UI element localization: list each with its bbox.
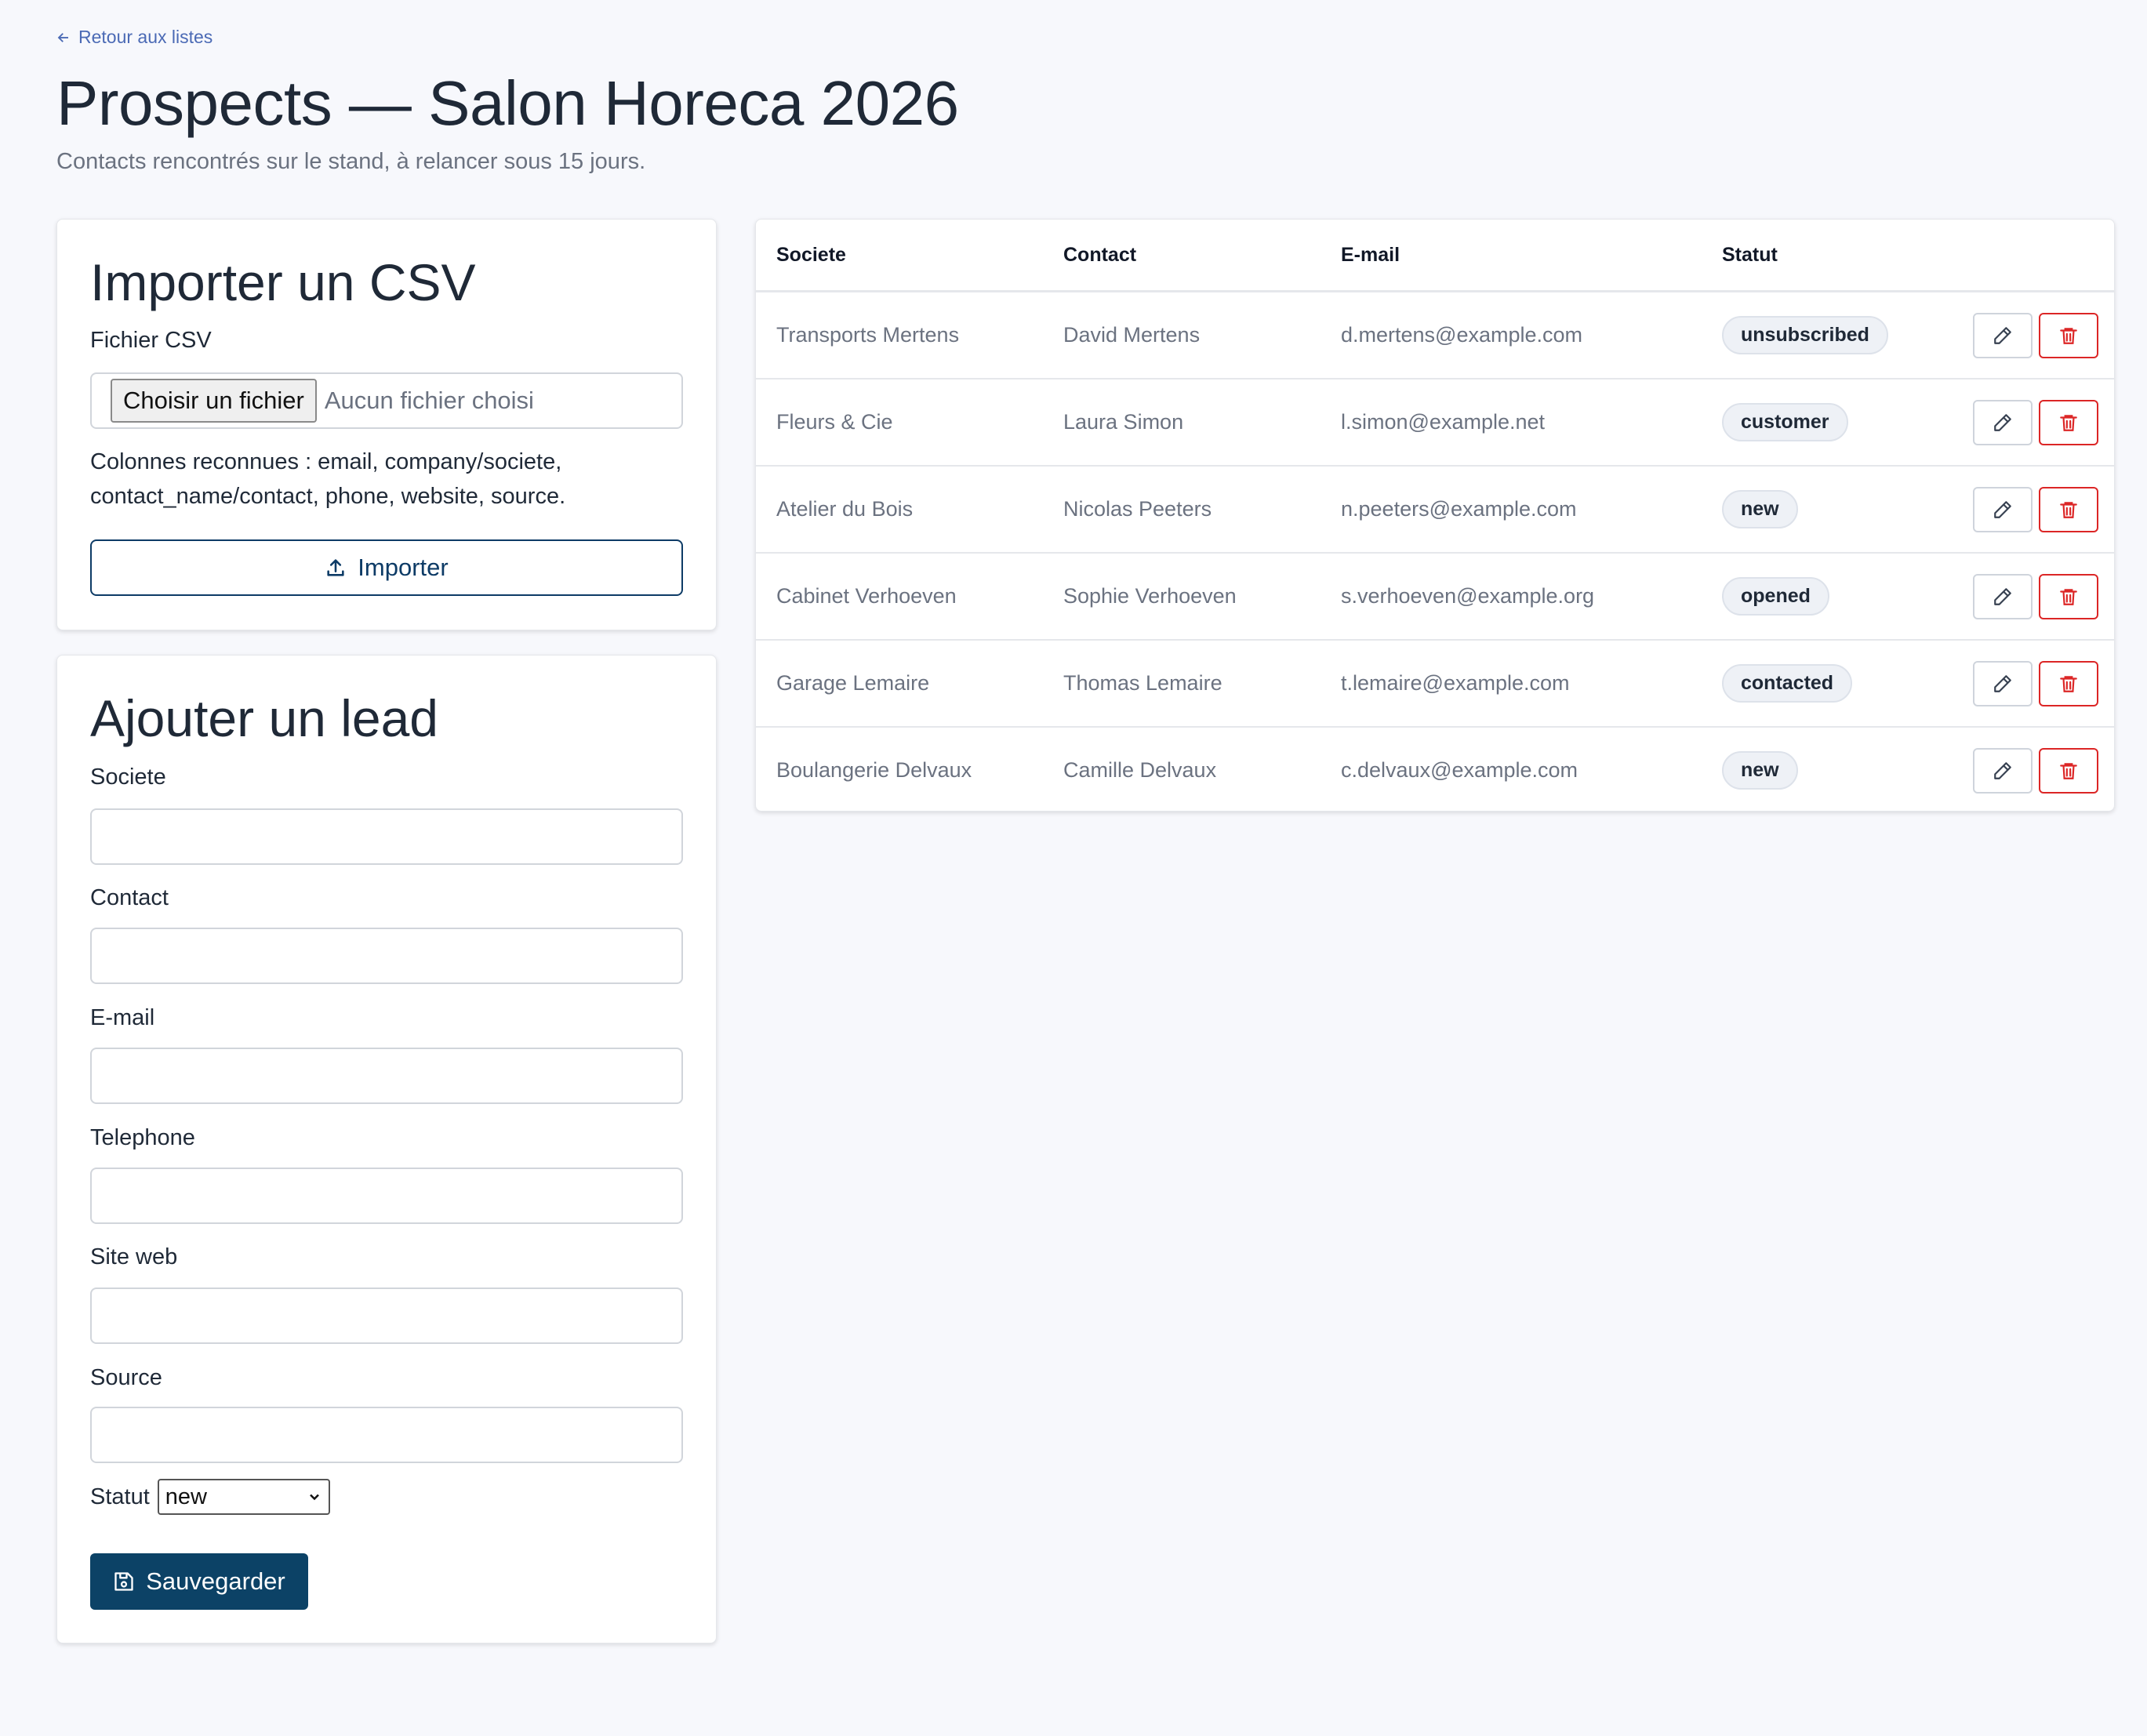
cell-company: Fleurs & Cie [756, 379, 1063, 467]
field-label-website: Site web [90, 1244, 178, 1269]
status-row: Statut new [90, 1479, 330, 1515]
pencil-icon [1994, 413, 2011, 431]
pencil-icon [1994, 500, 2011, 518]
add-lead-card: Ajouter un lead Societe Contact E-mail T… [56, 655, 717, 1643]
edit-button[interactable] [1973, 573, 2033, 619]
page-subtitle: Contacts rencontrés sur le stand, à rela… [56, 149, 646, 174]
save-button[interactable]: Sauvegarder [90, 1553, 308, 1610]
import-help-text: Colonnes reconnues : email, company/soci… [90, 449, 566, 509]
status-badge: unsubscribed [1722, 316, 1888, 354]
chevron-down-icon [309, 1494, 319, 1501]
cell-email: c.delvaux@example.com [1341, 758, 1578, 782]
cell-company: Transports Mertens [756, 291, 1063, 380]
edit-button[interactable] [1973, 312, 2033, 358]
cell-contact: Thomas Lemaire [1063, 640, 1341, 728]
cell-email: n.peeters@example.com [1341, 466, 1722, 554]
status-badge: opened [1722, 577, 1829, 616]
cell-company: Atelier du Bois [756, 466, 1063, 554]
contact-input[interactable] [90, 928, 683, 984]
cell-company: Boulangerie Delvaux [776, 758, 972, 782]
arrow-left-icon [57, 32, 68, 42]
file-label: Fichier CSV [90, 328, 212, 353]
cell-company: Garage Lemaire [756, 640, 1063, 728]
field-label-source: Source [90, 1365, 162, 1390]
save-button-label: Sauvegarder [146, 1567, 285, 1595]
cell-company: Cabinet Verhoeven [756, 553, 1063, 641]
leads-table-card: Societe Contact E-mail Statut Transports… [755, 219, 2115, 812]
import-csv-card: Importer un CSV Fichier CSV Choisir un f… [56, 219, 717, 630]
status-badge: customer [1722, 403, 1848, 441]
column-header-email[interactable]: E-mail [1341, 220, 1722, 292]
field-label-contact: Contact [90, 885, 169, 910]
website-input[interactable] [90, 1287, 683, 1344]
edit-button[interactable] [1973, 399, 2033, 445]
choose-file-button[interactable]: Choisir un fichier [111, 379, 317, 423]
trash-icon [2060, 762, 2077, 779]
table-row: Garage Lemaire Thomas Lemaire t.lemaire@… [756, 640, 2114, 728]
page-title: Prospects — Salon Horeca 2026 [56, 68, 959, 138]
pencil-icon [1994, 326, 2011, 344]
status-badge: contacted [1722, 664, 1853, 703]
table-row: Transports Mertens David Mertens d.merte… [756, 291, 2114, 380]
upload-icon [327, 559, 344, 576]
trash-icon [2060, 501, 2077, 518]
pencil-icon [1994, 587, 2011, 605]
import-card-title: Importer un CSV [90, 253, 476, 311]
field-label-societe: Societe [90, 764, 166, 790]
cell-contact: Laura Simon [1063, 379, 1341, 467]
trash-icon [2060, 675, 2077, 692]
table-header-row: Societe Contact E-mail Statut [756, 220, 2114, 292]
delete-button[interactable] [2039, 486, 2098, 532]
delete-button[interactable] [2039, 660, 2098, 706]
save-icon [114, 1572, 133, 1591]
source-input[interactable] [90, 1407, 683, 1463]
societe-input[interactable] [90, 808, 683, 865]
field-label-email: E-mail [90, 1005, 155, 1030]
edit-button[interactable] [1973, 747, 2033, 794]
delete-button[interactable] [2039, 312, 2098, 358]
status-badge: new [1722, 490, 1798, 528]
table-row: Boulangerie Delvaux Camille Delvaux c.de… [756, 727, 2114, 811]
trash-icon [2060, 327, 2077, 344]
back-link[interactable]: Retour aux listes [56, 27, 213, 48]
status-select[interactable]: new [157, 1479, 330, 1515]
lead-card-title: Ajouter un lead [90, 689, 438, 747]
cell-email: d.mertens@example.com [1341, 291, 1722, 380]
telephone-input[interactable] [90, 1168, 683, 1224]
column-header-statut[interactable]: Statut [1722, 220, 1973, 292]
cell-email: l.simon@example.net [1341, 379, 1722, 467]
trash-icon [2060, 414, 2077, 431]
trash-icon [2060, 588, 2077, 605]
cell-contact: David Mertens [1063, 291, 1341, 380]
column-header-actions [1973, 220, 2114, 292]
cell-contact: Camille Delvaux [1063, 758, 1217, 782]
status-label: Statut [90, 1484, 150, 1509]
table-row: Cabinet Verhoeven Sophie Verhoeven s.ver… [756, 553, 2114, 641]
table-row: Atelier du Bois Nicolas Peeters n.peeter… [756, 466, 2114, 554]
cell-contact: Nicolas Peeters [1063, 466, 1341, 554]
email-input[interactable] [90, 1048, 683, 1104]
import-button[interactable]: Importer [90, 539, 683, 596]
pencil-icon [1994, 674, 2011, 692]
no-file-text: Aucun fichier choisi [324, 387, 534, 414]
cell-email: s.verhoeven@example.org [1341, 553, 1722, 641]
field-label-telephone: Telephone [90, 1125, 195, 1150]
column-header-societe[interactable]: Societe [756, 220, 1063, 292]
delete-button[interactable] [2039, 399, 2098, 445]
cell-contact: Sophie Verhoeven [1063, 553, 1341, 641]
edit-button[interactable] [1973, 660, 2033, 706]
column-header-contact[interactable]: Contact [1063, 220, 1341, 292]
delete-button[interactable] [2039, 747, 2098, 794]
status-badge: new [1722, 751, 1798, 790]
file-input[interactable]: Choisir un fichier Aucun fichier choisi [90, 372, 683, 429]
pencil-icon [1994, 761, 2011, 779]
cell-email: t.lemaire@example.com [1341, 640, 1722, 728]
back-link-label: Retour aux listes [78, 27, 213, 47]
import-button-label: Importer [358, 554, 449, 581]
delete-button[interactable] [2039, 573, 2098, 619]
edit-button[interactable] [1973, 486, 2033, 532]
status-select-value: new [165, 1484, 207, 1509]
table-row: Fleurs & Cie Laura Simon l.simon@example… [756, 379, 2114, 467]
leads-table: Societe Contact E-mail Statut Transports… [756, 220, 2114, 811]
